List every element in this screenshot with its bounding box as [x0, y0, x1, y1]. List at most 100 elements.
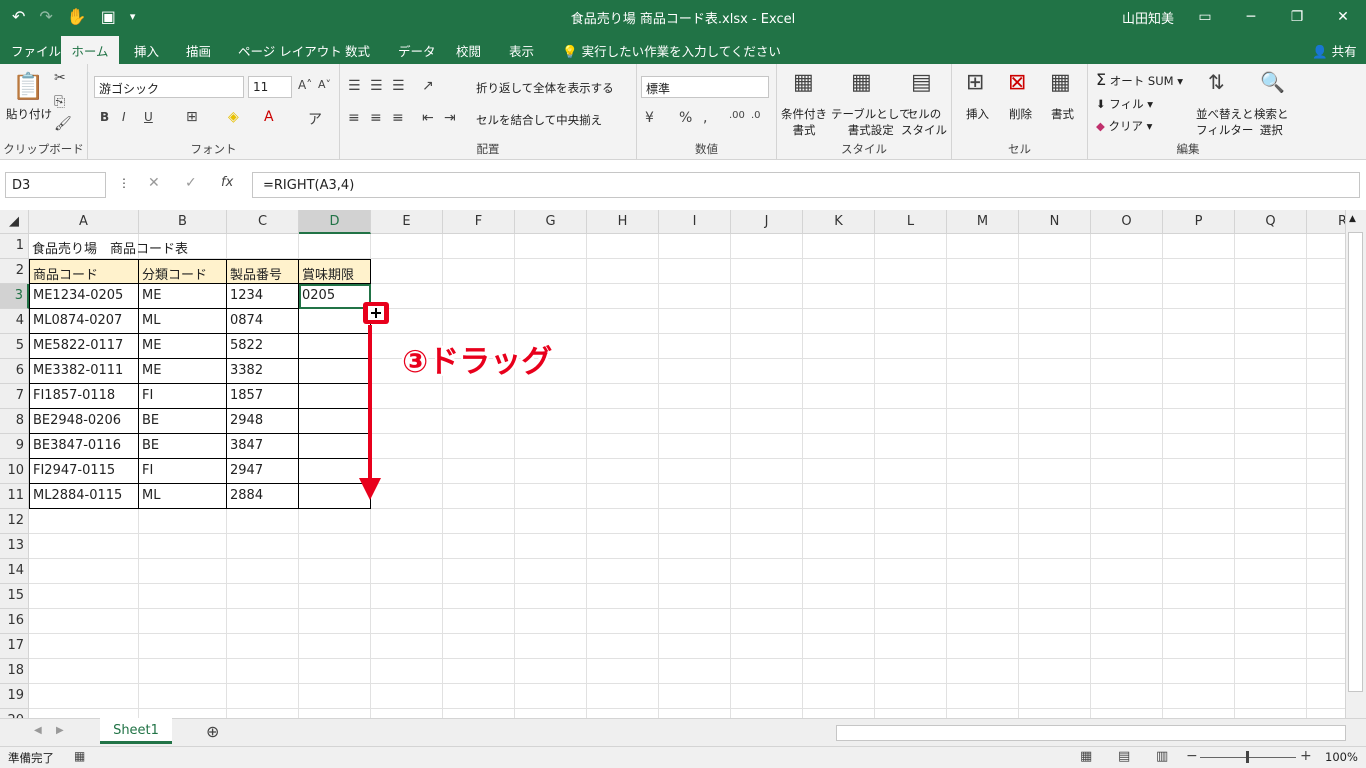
cell[interactable] — [875, 634, 947, 659]
insert-cells-icon[interactable]: ⊞ — [966, 70, 984, 95]
cell[interactable] — [731, 584, 803, 609]
format-painter-icon[interactable]: 🖌 — [54, 116, 72, 132]
cell[interactable] — [515, 584, 587, 609]
cell[interactable] — [803, 534, 875, 559]
cell[interactable] — [1091, 409, 1163, 434]
scroll-up-icon[interactable]: ▲ — [1349, 214, 1356, 224]
increase-decimal-icon[interactable]: .00 — [729, 110, 745, 121]
cell[interactable] — [299, 509, 371, 534]
cell[interactable] — [1019, 334, 1091, 359]
select-all-corner[interactable]: ◢ — [0, 210, 29, 234]
cell[interactable] — [443, 584, 515, 609]
cell[interactable] — [875, 434, 947, 459]
cell[interactable] — [371, 509, 443, 534]
cell[interactable] — [1091, 709, 1163, 718]
column-header[interactable]: Q — [1235, 210, 1307, 234]
bold-icon[interactable]: B — [100, 110, 109, 124]
row-header[interactable]: 7 — [0, 384, 29, 409]
row-header[interactable]: 15 — [0, 584, 29, 609]
cell[interactable] — [1019, 309, 1091, 334]
cell[interactable] — [1235, 409, 1307, 434]
cell[interactable] — [1235, 684, 1307, 709]
cell[interactable] — [1019, 259, 1091, 284]
cell-styles-button[interactable]: セルの スタイル — [901, 106, 947, 138]
tab-draw[interactable]: 描画 — [186, 41, 211, 60]
tab-page-layout[interactable]: ページ レイアウト — [238, 41, 342, 60]
cell[interactable] — [29, 684, 139, 709]
cell[interactable] — [299, 234, 371, 259]
cell[interactable] — [443, 559, 515, 584]
cell[interactable] — [1235, 259, 1307, 284]
cell[interactable] — [803, 709, 875, 718]
cell[interactable] — [1235, 659, 1307, 684]
cell[interactable] — [803, 409, 875, 434]
cell[interactable] — [1307, 709, 1345, 718]
cell[interactable] — [1091, 634, 1163, 659]
cell[interactable]: ME5822-0117 — [29, 334, 139, 359]
cell[interactable] — [227, 584, 299, 609]
sort-filter-icon[interactable]: ⇅ — [1208, 70, 1225, 94]
cell[interactable]: FI — [139, 384, 227, 409]
cell[interactable] — [443, 234, 515, 259]
cell[interactable] — [515, 259, 587, 284]
row-header[interactable]: 3 — [0, 284, 29, 309]
cell[interactable] — [947, 359, 1019, 384]
cell[interactable] — [371, 284, 443, 309]
cell[interactable] — [299, 609, 371, 634]
cell[interactable] — [587, 234, 659, 259]
cell[interactable] — [731, 409, 803, 434]
cell[interactable] — [139, 234, 227, 259]
align-left-icon[interactable]: ≡ — [348, 110, 360, 126]
cell[interactable] — [947, 459, 1019, 484]
cell[interactable]: 0874 — [227, 309, 299, 334]
cell[interactable] — [1019, 384, 1091, 409]
column-header[interactable]: A — [29, 210, 139, 234]
cell[interactable] — [371, 709, 443, 718]
cell[interactable] — [443, 259, 515, 284]
row-header[interactable]: 9 — [0, 434, 29, 459]
cell[interactable] — [1163, 584, 1235, 609]
increase-font-icon[interactable]: A˄ — [298, 78, 312, 92]
share-button[interactable]: 👤 共有 — [1312, 41, 1357, 60]
active-cell[interactable]: 0205 — [299, 284, 371, 309]
cell[interactable] — [587, 584, 659, 609]
column-header[interactable]: F — [443, 210, 515, 234]
cell[interactable] — [299, 709, 371, 718]
cell[interactable] — [371, 584, 443, 609]
currency-icon[interactable]: ¥ — [645, 110, 654, 126]
cell[interactable] — [731, 359, 803, 384]
cell[interactable] — [1019, 709, 1091, 718]
cell[interactable] — [371, 259, 443, 284]
cell[interactable] — [1307, 484, 1345, 509]
wrap-text-button[interactable]: 折り返して全体を表示する — [476, 80, 614, 96]
cell[interactable] — [1019, 484, 1091, 509]
cell[interactable] — [659, 484, 731, 509]
cell[interactable] — [1235, 484, 1307, 509]
cell[interactable] — [371, 309, 443, 334]
cell[interactable] — [803, 359, 875, 384]
cell[interactable] — [1163, 634, 1235, 659]
cell[interactable] — [1235, 534, 1307, 559]
cell[interactable] — [371, 409, 443, 434]
add-sheet-icon[interactable]: ⊕ — [206, 722, 219, 741]
cell[interactable] — [227, 534, 299, 559]
cell[interactable]: ME1234-0205 — [29, 284, 139, 309]
page-break-view-icon[interactable]: ▥ — [1156, 749, 1168, 764]
column-header[interactable]: D — [299, 210, 371, 234]
format-as-table-icon[interactable]: ▦ — [851, 70, 872, 95]
cell[interactable] — [515, 634, 587, 659]
horizontal-scrollbar[interactable] — [836, 725, 1346, 741]
cell[interactable]: ME — [139, 334, 227, 359]
cell[interactable] — [587, 634, 659, 659]
cell[interactable] — [515, 609, 587, 634]
cell[interactable] — [659, 509, 731, 534]
row-header[interactable]: 6 — [0, 359, 29, 384]
cell[interactable] — [1163, 659, 1235, 684]
format-as-table-button[interactable]: テーブルとして 書式設定 — [831, 106, 910, 138]
merge-center-button[interactable]: セルを結合して中央揃え — [476, 112, 602, 128]
cell[interactable] — [947, 309, 1019, 334]
font-name-select[interactable]: 游ゴシック — [94, 76, 244, 98]
cell[interactable] — [1307, 634, 1345, 659]
cell[interactable] — [803, 459, 875, 484]
row-header[interactable]: 5 — [0, 334, 29, 359]
